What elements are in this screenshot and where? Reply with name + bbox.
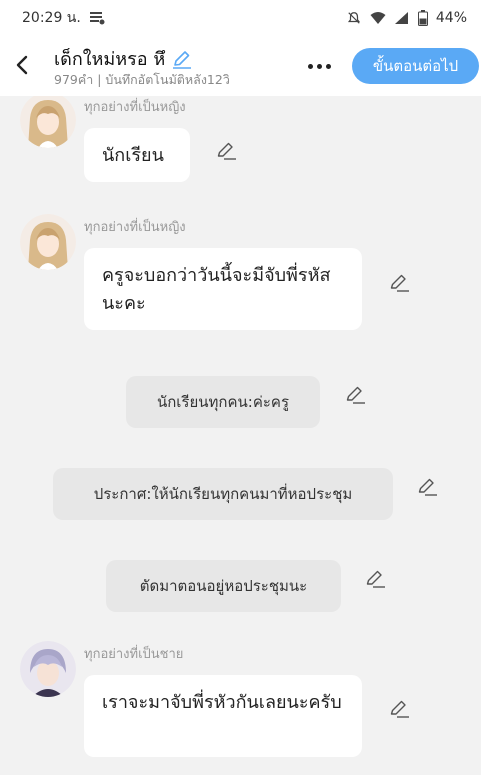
bell-off-icon	[347, 12, 360, 24]
chevron-left-icon	[16, 55, 28, 75]
data-saver-icon	[89, 12, 105, 25]
pencil-icon[interactable]	[388, 698, 410, 720]
word-count-autosave: 979คำ | บันทึกอัตโนมัติหลัง12วิ	[54, 72, 230, 87]
wifi-icon	[370, 12, 386, 24]
female-avatar-icon	[20, 214, 76, 270]
narration-block[interactable]: ประกาศ:ให้นักเรียนทุกคนมาที่หอประชุม	[53, 468, 393, 520]
story-title: เด็กใหม่หรอ หึ	[54, 49, 166, 70]
edit-title-icon[interactable]	[171, 48, 193, 70]
dialogue-bubble[interactable]: ครูจะบอกว่าวันนี้จะมีจับพี่รหัสนะคะ	[84, 248, 362, 330]
pencil-icon[interactable]	[416, 476, 438, 498]
narration-block[interactable]: ตัดมาตอนอยู่หอประชุมนะ	[106, 560, 341, 612]
more-button[interactable]	[304, 54, 334, 78]
avatar-male[interactable]	[20, 641, 76, 697]
female-avatar-icon	[20, 96, 76, 148]
male-avatar-icon	[20, 641, 76, 697]
title-row: เด็กใหม่หรอ หึ	[54, 44, 193, 73]
more-dot	[316, 63, 322, 69]
dialogue-bubble[interactable]: เราจะมาจับพี่รหัวกันเลยนะครับ	[84, 675, 362, 757]
battery-percent: 44%	[435, 10, 467, 26]
narration-block[interactable]: นักเรียนทุกคน:ค่ะครู	[126, 376, 320, 428]
editor-header: เด็กใหม่หรอ หึ 979คำ | บันทึกอัตโนมัติหล…	[0, 36, 481, 96]
status-time: 20:29 น.	[22, 10, 81, 26]
more-dot	[325, 63, 331, 69]
signal-icon	[394, 12, 408, 24]
next-step-button[interactable]: ขั้นตอนต่อไป	[352, 48, 479, 84]
pencil-icon[interactable]	[364, 568, 386, 590]
speaker-name: ทุกอย่างที่เป็นชาย	[84, 647, 184, 662]
speaker-name: ทุกอย่างที่เป็นหญิง	[84, 100, 186, 115]
dialogue-bubble[interactable]: นักเรียน	[84, 128, 190, 182]
pencil-icon[interactable]	[388, 272, 410, 294]
pencil-icon[interactable]	[215, 140, 237, 162]
more-dot	[307, 63, 313, 69]
chat-area[interactable]: ทุกอย่างที่เป็นหญิง นักเรียน ทุกอย่างที่…	[0, 96, 481, 775]
pencil-icon[interactable]	[344, 384, 366, 406]
avatar-female[interactable]	[20, 214, 76, 270]
avatar-female[interactable]	[20, 96, 76, 148]
back-button[interactable]	[8, 50, 36, 80]
status-bar: 20:29 น. 44%	[0, 0, 481, 36]
battery-icon	[417, 10, 428, 26]
speaker-name: ทุกอย่างที่เป็นหญิง	[84, 220, 186, 235]
